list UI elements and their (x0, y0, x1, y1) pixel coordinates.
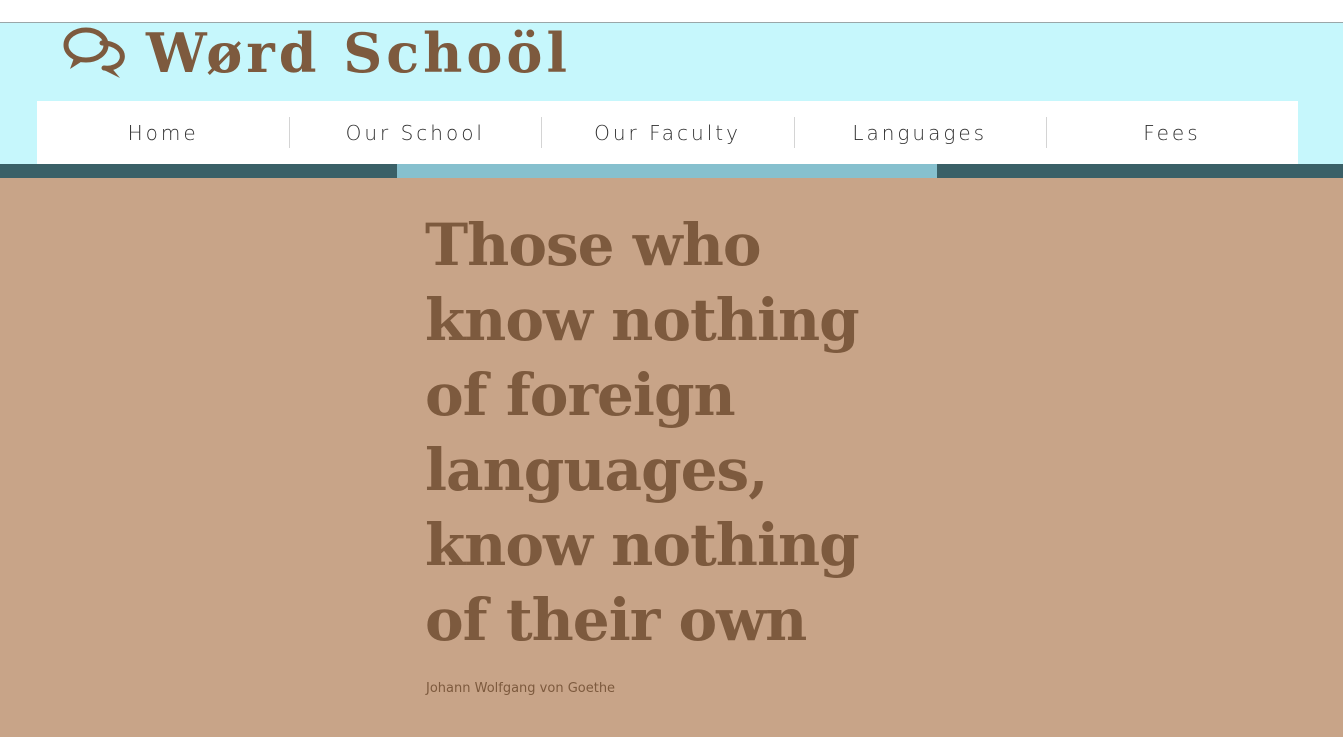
decorative-band (0, 164, 1343, 178)
nav-item-our-faculty[interactable]: Our Faculty (541, 101, 793, 164)
page: Wørd Schoöl Home Our School Our Faculty … (0, 0, 1343, 737)
quote-author: Johann Wolfgang von Goethe (426, 681, 616, 696)
nav-item-fees[interactable]: Fees (1045, 101, 1298, 164)
hero-quote: Those who know nothing of foreign langua… (425, 211, 860, 654)
main-nav: Home Our School Our Faculty Languages Fe… (37, 101, 1298, 164)
decorative-band-accent (397, 164, 937, 178)
nav-item-our-school[interactable]: Our School (289, 101, 541, 164)
nav-item-languages[interactable]: Languages (793, 101, 1046, 164)
speech-bubbles-icon (63, 27, 125, 78)
site-header: Wørd Schoöl Home Our School Our Faculty … (0, 23, 1343, 165)
nav-item-home[interactable]: Home (37, 101, 289, 164)
brand-name: Wørd Schoöl (146, 21, 571, 85)
hero-section: Those who know nothing of foreign langua… (0, 178, 1343, 737)
browser-top-strip (0, 0, 1343, 23)
site-logo[interactable]: Wørd Schoöl (62, 23, 571, 83)
